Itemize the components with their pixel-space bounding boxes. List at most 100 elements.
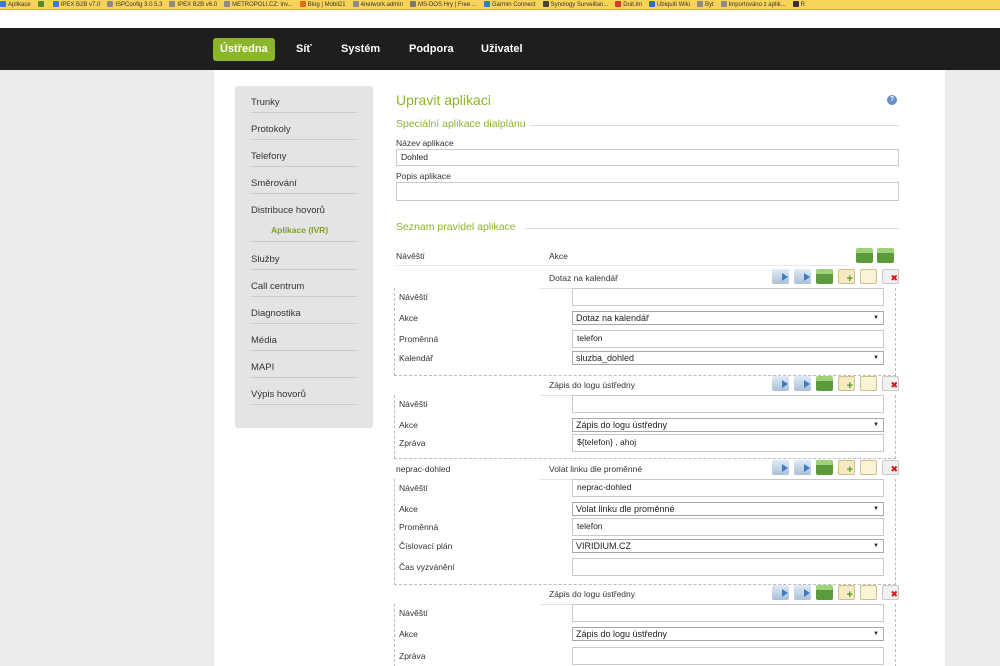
delete-rule-icon[interactable] <box>882 460 899 475</box>
sidebar-item-trunky[interactable]: Trunky <box>251 86 357 113</box>
insert-rule-icon[interactable] <box>838 585 855 601</box>
dropdown-arrow-icon: ▼ <box>873 422 879 428</box>
header-divider <box>396 265 848 266</box>
detail-input[interactable] <box>572 604 884 622</box>
nav-ustredna[interactable]: Ústředna <box>213 38 275 61</box>
bookmark-item[interactable]: Ubiquiti Wiki <box>648 0 690 9</box>
save-rule-icon[interactable] <box>816 585 833 600</box>
sidebar-item-vypis-hovoru[interactable]: Výpis hovorů <box>251 378 357 405</box>
app-name-input[interactable]: Dohled <box>396 149 899 166</box>
bookmark-label: METROPOLI.CZ: inv... <box>232 2 293 8</box>
delete-rule-icon[interactable] <box>882 585 899 600</box>
save-rule-icon[interactable] <box>816 376 833 391</box>
nav-sit[interactable]: Síť <box>296 38 312 61</box>
sidebar-item-diagnostika[interactable]: Diagnostika <box>251 297 357 324</box>
bookmark-item[interactable]: R <box>792 0 805 9</box>
detail-label: Zpráva <box>399 651 426 661</box>
detail-select[interactable]: Dotaz na kalendář ▼ <box>572 311 884 325</box>
move-down-icon[interactable] <box>794 269 811 284</box>
sidebar-item-media[interactable]: Média <box>251 324 357 351</box>
select-value: VIRIDIUM.CZ <box>576 541 631 551</box>
bookmark-item[interactable]: ISPConfig 3.0.5.3 <box>107 0 162 9</box>
sidebar-subitem-aplikace-ivr[interactable]: Aplikace (IVR) <box>271 225 328 235</box>
nav-uzivatel[interactable]: Uživatel <box>481 38 523 61</box>
bookmark-icon <box>720 1 727 7</box>
add-rule-icon[interactable] <box>877 248 894 263</box>
save-rule-icon[interactable] <box>816 460 833 475</box>
copy-rule-icon[interactable] <box>860 585 877 600</box>
sidebar: Trunky Protokoly Telefony Směrování Dist… <box>235 86 373 428</box>
bookmark-label: Garmin Connect <box>491 2 536 8</box>
detail-label: Akce <box>399 420 418 430</box>
bookmark-item[interactable]: IPEX B2B v6.0 <box>169 0 217 9</box>
bookmark-label: MS-DOS Hry | Free ... <box>417 2 477 8</box>
detail-input[interactable] <box>572 558 884 576</box>
detail-select[interactable]: Volat linku dle proměnné ▼ <box>572 502 884 516</box>
detail-select[interactable]: sluzba_dohled ▼ <box>572 351 884 365</box>
select-value: Volat linku dle proměnné <box>576 504 675 514</box>
save-rule-icon[interactable] <box>816 269 833 284</box>
detail-label: Akce <box>399 313 418 323</box>
detail-input[interactable] <box>572 395 884 413</box>
delete-rule-icon[interactable] <box>882 376 899 391</box>
bookmark-icon <box>224 1 231 7</box>
move-up-icon[interactable] <box>772 585 789 600</box>
move-down-icon[interactable] <box>794 585 811 600</box>
detail-input[interactable]: ${telefon} , ahoj <box>572 434 884 452</box>
sidebar-item-sluzby[interactable]: Služby <box>251 243 357 270</box>
delete-rule-icon[interactable] <box>882 269 899 284</box>
detail-label: Čas vyzvánění <box>399 562 455 572</box>
bookmark-item[interactable]: MS-DOS Hry | Free ... <box>409 0 477 9</box>
detail-input[interactable] <box>572 288 884 306</box>
nav-podpora[interactable]: Podpora <box>409 38 454 61</box>
section-divider <box>530 125 899 126</box>
bookmark-item[interactable] <box>37 0 46 9</box>
sidebar-item-protokoly[interactable]: Protokoly <box>251 113 357 140</box>
import-rules-icon[interactable] <box>856 248 873 263</box>
bookmark-item[interactable]: Blog | Mobil21 <box>299 0 346 9</box>
move-up-icon[interactable] <box>772 460 789 475</box>
nav-system[interactable]: Systém <box>341 38 380 61</box>
copy-rule-icon[interactable] <box>860 269 877 284</box>
bookmark-item[interactable]: IPEX B2B v7.0 <box>52 0 100 9</box>
move-up-icon[interactable] <box>772 376 789 391</box>
insert-rule-icon[interactable] <box>838 460 855 476</box>
bookmark-item[interactable]: METROPOLI.CZ: inv... <box>224 0 293 9</box>
section-rules: Seznam pravidel aplikace <box>396 221 516 233</box>
sidebar-item-mapi[interactable]: MAPI <box>251 351 357 378</box>
bookmark-item[interactable]: Importováno z aplik... <box>720 0 786 9</box>
insert-rule-icon[interactable] <box>838 376 855 392</box>
insert-rule-icon[interactable] <box>838 269 855 285</box>
move-up-icon[interactable] <box>772 269 789 284</box>
copy-rule-icon[interactable] <box>860 460 877 475</box>
move-down-icon[interactable] <box>794 460 811 475</box>
detail-label: Proměnná <box>399 334 439 344</box>
detail-input[interactable]: telefon <box>572 518 884 536</box>
sidebar-item-telefony[interactable]: Telefony <box>251 140 357 167</box>
select-value: sluzba_dohled <box>576 353 635 363</box>
app-desc-input[interactable] <box>396 182 899 201</box>
bookmark-item[interactable]: Doit.im <box>615 0 642 9</box>
detail-select[interactable]: VIRIDIUM.CZ ▼ <box>572 539 884 553</box>
bookmark-label: Doit.im <box>623 2 642 8</box>
detail-label: Proměnná <box>399 522 439 532</box>
help-icon[interactable]: ? <box>887 95 897 105</box>
detail-select[interactable]: Zápis do logu ústředny ▼ <box>572 627 884 641</box>
detail-select[interactable]: Zápis do logu ústředny ▼ <box>572 418 884 432</box>
bookmark-icon <box>52 1 59 7</box>
bookmark-item[interactable]: Aplikace <box>0 0 31 9</box>
detail-input[interactable]: telefon <box>572 330 884 348</box>
detail-input[interactable] <box>572 647 884 665</box>
move-down-icon[interactable] <box>794 376 811 391</box>
sidebar-item-call-centrum[interactable]: Call centrum <box>251 270 357 297</box>
sidebar-item-smerovani[interactable]: Směrování <box>251 167 357 194</box>
detail-input[interactable]: neprac-dohled <box>572 479 884 497</box>
bookmark-item[interactable]: Byt <box>696 0 714 9</box>
detail-label: Kalendář <box>399 353 434 363</box>
bookmark-item[interactable]: Synology Surveillan... <box>542 0 608 9</box>
bookmark-item[interactable]: Garmin Connect <box>483 0 536 9</box>
bookmark-item[interactable]: 4network.admin <box>352 0 403 9</box>
app-desc-label: Popis aplikace <box>396 171 451 181</box>
copy-rule-icon[interactable] <box>860 376 877 391</box>
bookmark-icon <box>299 1 306 7</box>
